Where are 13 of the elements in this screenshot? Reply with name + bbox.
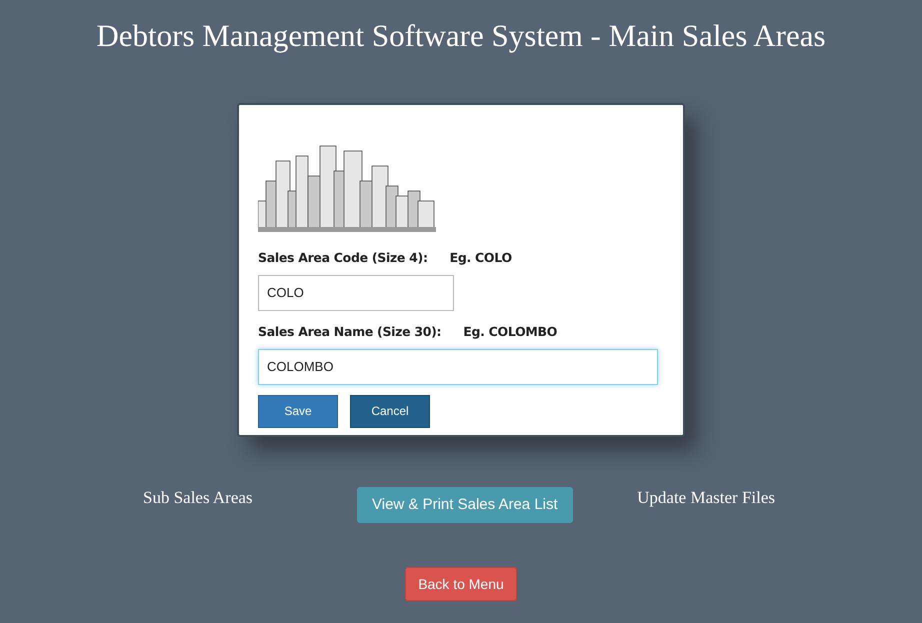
update-master-files-link[interactable]: Update Master Files bbox=[637, 485, 775, 510]
field-hint: Eg. COLOMBO bbox=[463, 322, 558, 341]
page-title: Debtors Management Software System - Main Sales Areas bbox=[96, 17, 826, 55]
field-hint: Eg. COLO bbox=[450, 249, 512, 267]
back-to-menu-button[interactable]: Back to Menu bbox=[405, 567, 517, 601]
sub-sales-areas-link[interactable]: Sub Sales Areas bbox=[143, 485, 253, 510]
form-button[interactable]: Save bbox=[258, 394, 338, 428]
field-label: Sales Area Name (Size 30): bbox=[258, 322, 442, 341]
input-field[interactable]: COLOMBO bbox=[258, 348, 658, 384]
input-field[interactable]: COLO bbox=[258, 274, 454, 311]
field-label: Sales Area Code (Size 4): bbox=[258, 249, 428, 267]
form-button[interactable]: Cancel bbox=[350, 394, 430, 428]
view-print-button[interactable]: View & Print Sales Area List bbox=[357, 487, 573, 523]
